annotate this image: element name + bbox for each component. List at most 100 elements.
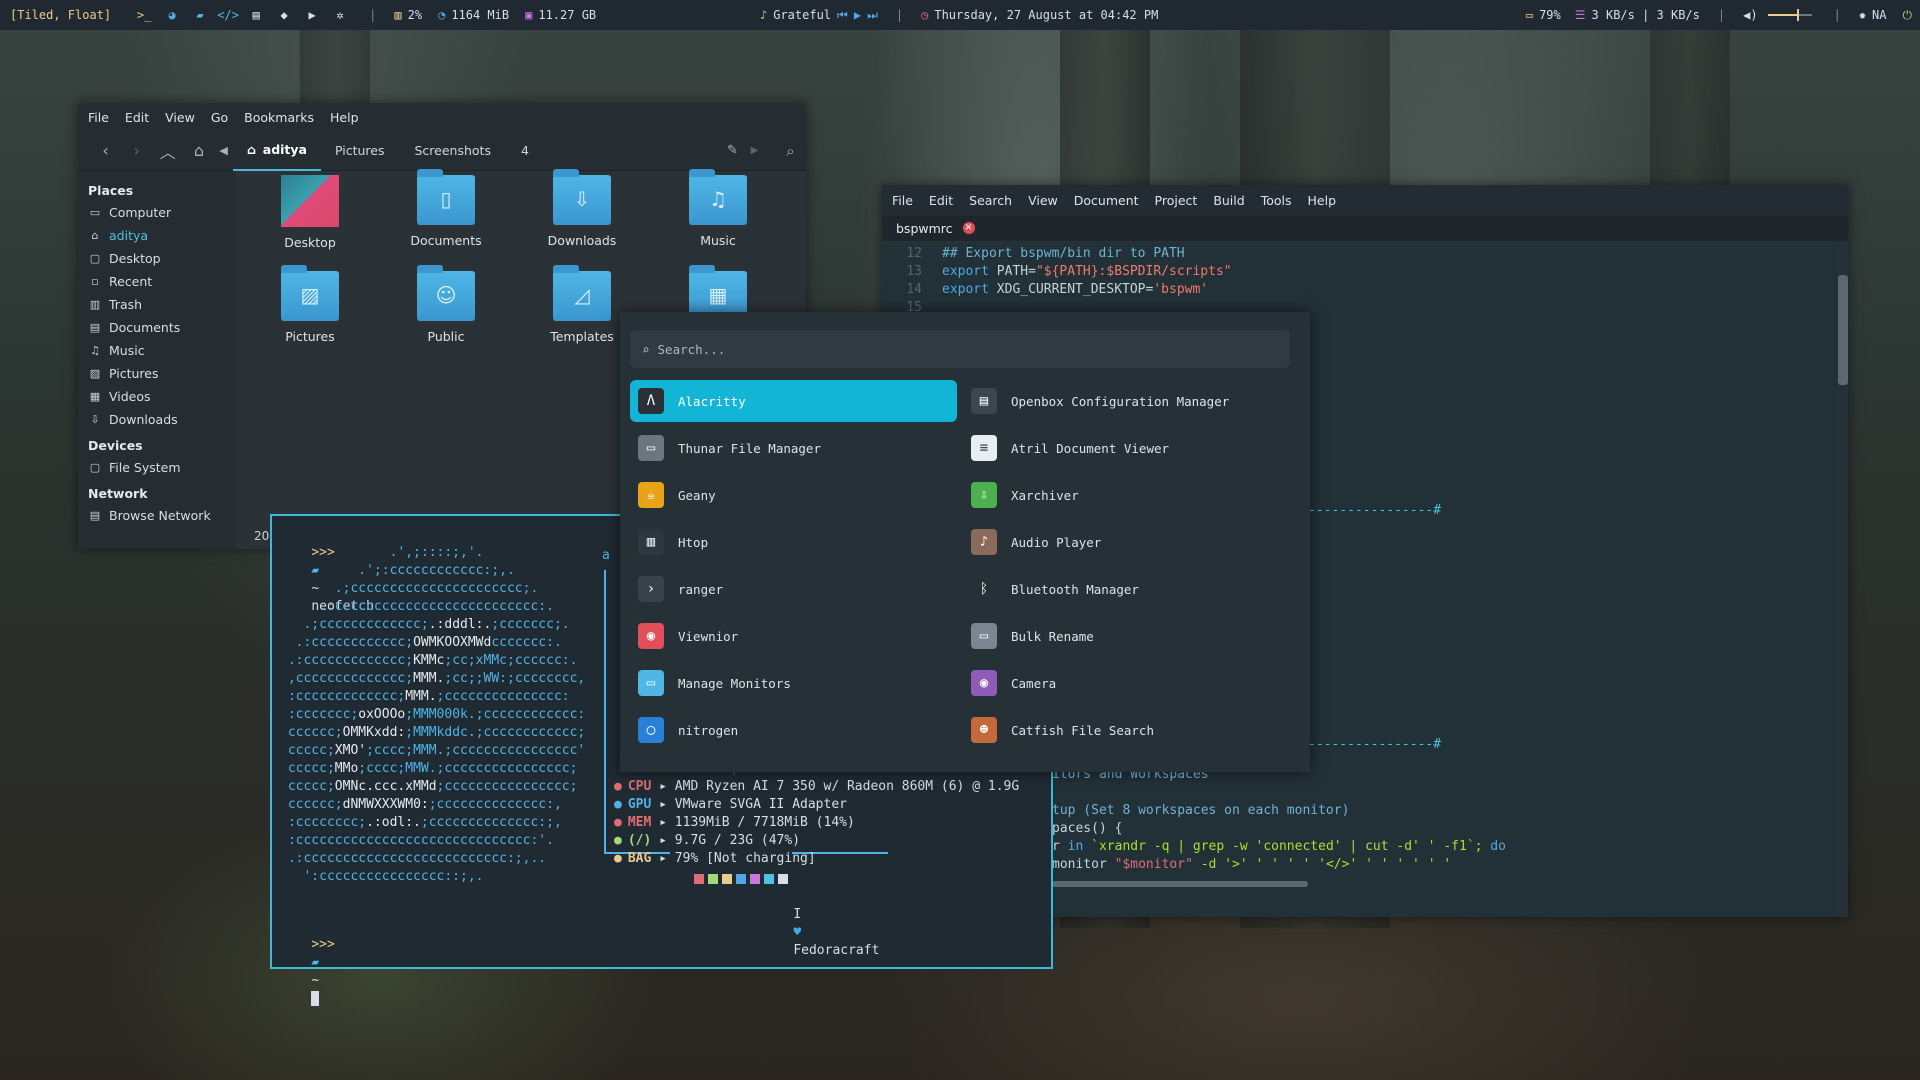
launcher-item-bluetooth-manager[interactable]: ᛒ Bluetooth Manager (963, 568, 1290, 610)
sidebar-item-music[interactable]: ♫ Music (78, 339, 236, 362)
divider: | (369, 8, 377, 22)
code-string: 'bspwm' (1153, 282, 1209, 297)
file-item-desktop[interactable]: Desktop (250, 175, 370, 250)
geany-menubar: File Edit Search View Document Project B… (882, 185, 1848, 215)
breadcrumb-4[interactable]: 4 (507, 131, 543, 171)
home-icon[interactable]: ⌂ (183, 141, 214, 160)
menu-search[interactable]: Search (969, 193, 1012, 208)
settings-icon[interactable]: ✲ (329, 9, 351, 21)
launcher-item-alacritty[interactable]: Λ Alacritty (630, 380, 957, 422)
menu-bookmarks[interactable]: Bookmarks (244, 110, 314, 125)
menu-build[interactable]: Build (1213, 193, 1244, 208)
volume-slider[interactable] (1767, 9, 1812, 21)
edit-path-icon[interactable]: ✎ (717, 143, 748, 158)
scroll-left-icon[interactable]: ◀ (215, 144, 233, 157)
sidebar-item-label: Recent (109, 274, 153, 289)
menu-edit[interactable]: Edit (929, 193, 953, 208)
launcher-item-bulk-rename[interactable]: ▭ Bulk Rename (963, 615, 1290, 657)
tab-bspwmrc[interactable]: bspwmrc ✕ (896, 221, 975, 236)
launcher-item-geany[interactable]: ☕ Geany (630, 474, 957, 516)
sidebar-item-recent[interactable]: ▫ Recent (78, 270, 236, 293)
launcher-item-viewnior[interactable]: ◉ Viewnior (630, 615, 957, 657)
menu-help[interactable]: Help (330, 110, 359, 125)
close-tab-icon[interactable]: ✕ (962, 222, 975, 234)
file-item-pictures[interactable]: ▨ Pictures (250, 265, 370, 344)
sidebar-item-documents[interactable]: ▤ Documents (78, 316, 236, 339)
media-icon[interactable]: ▶ (301, 9, 323, 21)
file-item-public[interactable]: ☺ Public (386, 265, 506, 344)
menu-view[interactable]: View (1028, 193, 1058, 208)
sidebar-item-browse-network[interactable]: ▤ Browse Network (78, 504, 236, 527)
search-icon[interactable]: ⌕ (775, 142, 806, 160)
notes-icon[interactable]: ▤ (245, 9, 267, 21)
vertical-scrollbar[interactable] (1838, 275, 1848, 385)
ascii-blue: :cccccccccccccccccccccccccccccc:'. (280, 833, 554, 848)
volume-icon[interactable]: ◀) (1743, 9, 1757, 21)
launcher-item-xarchiver[interactable]: ⇩ Xarchiver (963, 474, 1290, 516)
play-icon[interactable]: ▶ (854, 9, 861, 21)
launcher-item-ranger[interactable]: › ranger (630, 568, 957, 610)
code-text: `xrandr -q | grep -w 'connected' | cut -… (1083, 839, 1483, 854)
breadcrumb-screenshots[interactable]: Screenshots (399, 131, 507, 171)
chat-icon[interactable]: ◆ (273, 9, 295, 21)
launcher-search-input[interactable]: ⌕ Search... (630, 330, 1290, 368)
up-icon[interactable]: ︿ (152, 139, 183, 163)
menu-file[interactable]: File (88, 110, 109, 125)
breadcrumb-pictures[interactable]: Pictures (321, 131, 399, 171)
code-icon[interactable]: </> (217, 9, 239, 21)
sidebar-item-label: Browse Network (109, 508, 211, 523)
code-fragment: r in `xrandr -q | grep -w 'connected' | … (1052, 838, 1506, 856)
sidebar-item-videos[interactable]: ▦ Videos (78, 385, 236, 408)
sidebar-item-file-system[interactable]: ▢ File System (78, 456, 236, 479)
back-icon[interactable]: ‹ (90, 141, 121, 160)
sidebar-item-downloads[interactable]: ⇩ Downloads (78, 408, 236, 431)
sidebar-item-pictures[interactable]: ▨ Pictures (78, 362, 236, 385)
menu-view[interactable]: View (165, 110, 195, 125)
launcher-item-openbox-configuration-manager[interactable]: ▤ Openbox Configuration Manager (963, 380, 1290, 422)
prompt-cwd: ~ (311, 973, 320, 988)
downloads-icon: ⇩ (90, 413, 100, 426)
sidebar-item-aditya[interactable]: ⌂ aditya (78, 224, 236, 247)
power-icon[interactable]: ⏻ (1903, 9, 1913, 21)
horizontal-scrollbar[interactable] (1052, 881, 1308, 887)
launcher-item-thunar-file-manager[interactable]: ▭ Thunar File Manager (630, 427, 957, 469)
launcher-item-catfish-file-search[interactable]: ☻ Catfish File Search (963, 709, 1290, 751)
launcher-item-atril-document-viewer[interactable]: ≡ Atril Document Viewer (963, 427, 1290, 469)
terminal-icon[interactable]: >_ (133, 9, 155, 21)
file-item-music[interactable]: ♫ Music (658, 169, 778, 248)
menu-document[interactable]: Document (1074, 193, 1139, 208)
launcher-item-manage-monitors[interactable]: ▭ Manage Monitors (630, 662, 957, 704)
forward-icon[interactable]: › (121, 141, 152, 160)
file-item-documents[interactable]: ▯ Documents (386, 169, 506, 248)
menu-tools[interactable]: Tools (1261, 193, 1292, 208)
music-icon: ♫ (90, 344, 100, 357)
launcher-item-nitrogen[interactable]: ◯ nitrogen (630, 709, 957, 751)
previous-track-icon[interactable]: ⏮ (837, 9, 848, 21)
info-value: VMware SVGA II Adapter (674, 797, 847, 812)
sidebar-item-desktop[interactable]: ▢ Desktop (78, 247, 236, 270)
launcher-item-camera[interactable]: ◉ Camera (963, 662, 1290, 704)
scroll-right-icon[interactable]: ▶ (748, 145, 761, 156)
menu-help[interactable]: Help (1308, 193, 1337, 208)
menu-project[interactable]: Project (1155, 193, 1198, 208)
code-fragment: ----------------# (1308, 503, 1442, 518)
menu-file[interactable]: File (892, 193, 913, 208)
file-item-downloads[interactable]: ⇩ Downloads (522, 169, 642, 248)
launcher-item-htop[interactable]: ▥ Htop (630, 521, 957, 563)
sidebar-item-computer[interactable]: ▭ Computer (78, 201, 236, 224)
code-line: 13 export PATH="${PATH}:$BSPDIR/scripts" (882, 263, 1231, 281)
ascii-line: cccccc;OMMKxdd:;MMMkddc.;cccccccccccc; (280, 724, 585, 742)
next-track-icon[interactable]: ⏭ (867, 9, 878, 21)
menu-edit[interactable]: Edit (125, 110, 149, 125)
firefox-icon[interactable]: ◕ (161, 9, 183, 21)
breadcrumb-home[interactable]: ⌂ aditya (232, 131, 321, 171)
ascii-blue: .';:cccccccccccc:;,. (280, 563, 515, 578)
info-key: (/) (627, 833, 652, 848)
layout-mode[interactable]: [Tiled, Float] (10, 8, 111, 22)
sidebar-item-label: Downloads (109, 412, 178, 427)
sidebar-item-trash[interactable]: ▥ Trash (78, 293, 236, 316)
folder-icon[interactable]: ▰ (189, 9, 211, 21)
launcher-item-audio-player[interactable]: ♪ Audio Player (963, 521, 1290, 563)
launcher-item-label: Atril Document Viewer (1011, 440, 1170, 456)
menu-go[interactable]: Go (211, 110, 228, 125)
